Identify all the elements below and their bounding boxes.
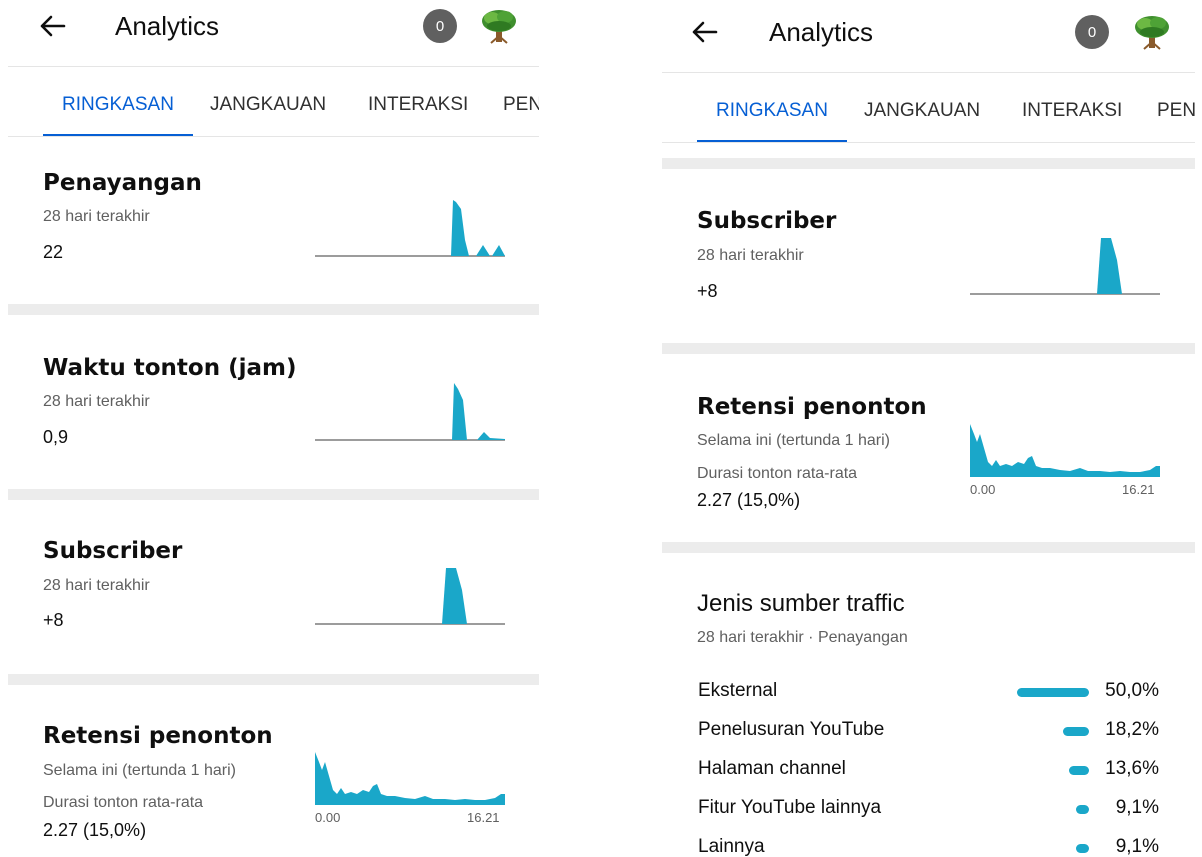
traffic-source-percent: 18,2% [1105, 719, 1159, 740]
tab-penonton[interactable]: PEN [1157, 100, 1195, 122]
card-separator [662, 343, 1195, 354]
card-period: 28 hari terakhir [43, 393, 150, 410]
traffic-source-percent: 13,6% [1105, 758, 1159, 779]
traffic-source-row: Penelusuran YouTube 18,2% [698, 719, 1195, 745]
axis-start-label: 0.00 [970, 482, 996, 497]
notification-badge[interactable]: 0 [1075, 15, 1109, 49]
traffic-share-bar [1017, 688, 1089, 697]
subscribers-sparkline [315, 568, 505, 625]
avg-duration-label: Durasi tonton rata-rata [697, 465, 858, 482]
card-period: Selama ini (tertunda 1 hari) [697, 432, 890, 449]
card-value: 22 [43, 242, 64, 262]
tab-interaksi[interactable]: INTERAKSI [368, 94, 468, 116]
axis-end-label: 16.21 [467, 810, 500, 825]
tab-ringkasan[interactable]: RINGKASAN [62, 94, 174, 116]
tab-jangkauan[interactable]: JANGKAUAN [864, 100, 980, 122]
card-period: 28 hari terakhir [43, 208, 150, 225]
watch-time-sparkline [315, 383, 505, 441]
arrow-left-icon[interactable] [690, 20, 720, 44]
avg-duration-label: Durasi tonton rata-rata [43, 794, 204, 811]
left-screen: Analytics 0 RINGKASAN JANGKAUAN INTERAKS… [8, 0, 539, 857]
traffic-source-label: Eksternal [698, 680, 778, 701]
card-separator [662, 158, 1195, 169]
tab-penonton[interactable]: PEN [503, 94, 539, 116]
page-title: Analytics [769, 17, 874, 47]
card-value: +8 [43, 610, 64, 630]
traffic-source-label: Lainnya [698, 836, 765, 857]
traffic-source-label: Penelusuran YouTube [698, 719, 885, 740]
traffic-source-label: Fitur YouTube lainnya [698, 797, 882, 818]
traffic-source-percent: 50,0% [1105, 680, 1159, 701]
card-title: Retensi penonton [697, 394, 927, 420]
card-title: Subscriber [697, 208, 837, 234]
traffic-source-percent: 9,1% [1115, 836, 1159, 857]
subscribers-sparkline [970, 238, 1160, 295]
tab-bar-divider [662, 142, 1195, 143]
tab-bar: RINGKASAN JANGKAUAN INTERAKSI PEN [662, 73, 1195, 143]
traffic-source-row: Halaman channel 13,6% [698, 758, 1195, 784]
retention-sparkline [970, 424, 1160, 477]
card-separator [8, 674, 539, 685]
card-value: 0,9 [43, 427, 69, 447]
traffic-source-row: Fitur YouTube lainnya 9,1% [698, 797, 1195, 823]
traffic-source-percent: 9,1% [1115, 797, 1159, 818]
arrow-left-icon[interactable] [38, 14, 68, 38]
retention-sparkline [315, 752, 505, 805]
card-value: 2.27 (15,0%) [697, 490, 801, 510]
traffic-source-row: Eksternal 50,0% [698, 680, 1195, 706]
card-title: Penayangan [43, 170, 202, 196]
tab-bar: RINGKASAN JANGKAUAN INTERAKSI PEN [8, 67, 539, 137]
card-period: 28 hari terakhir [43, 577, 150, 594]
card-separator [8, 304, 539, 315]
card-period: Selama ini (tertunda 1 hari) [43, 762, 236, 779]
traffic-source-label: Halaman channel [698, 758, 846, 779]
traffic-source-row: Lainnya 9,1% [698, 836, 1195, 857]
notification-badge[interactable]: 0 [423, 9, 457, 43]
axis-end-label: 16.21 [1122, 482, 1155, 497]
card-title: Retensi penonton [43, 723, 273, 749]
tab-jangkauan[interactable]: JANGKAUAN [210, 94, 326, 116]
right-screen: Analytics 0 RINGKASAN JANGKAUAN INTERAKS… [662, 0, 1195, 857]
card-value: +8 [697, 281, 718, 301]
card-title: Subscriber [43, 538, 183, 564]
tab-interaksi[interactable]: INTERAKSI [1022, 100, 1122, 122]
card-separator [662, 542, 1195, 553]
card-title: Waktu tonton (jam) [43, 355, 297, 381]
card-separator [8, 489, 539, 500]
card-value: 2.27 (15,0%) [43, 820, 147, 840]
tab-bar-divider [8, 136, 539, 137]
traffic-share-bar [1063, 727, 1089, 736]
axis-start-label: 0.00 [315, 810, 341, 825]
tab-ringkasan[interactable]: RINGKASAN [716, 100, 828, 122]
page-title: Analytics [115, 11, 220, 41]
views-sparkline [315, 200, 505, 257]
tree-avatar-icon[interactable] [479, 6, 519, 46]
traffic-share-bar [1076, 844, 1089, 853]
card-period: 28 hari terakhir [697, 247, 804, 264]
tree-avatar-icon[interactable] [1132, 12, 1172, 52]
card-title: Jenis sumber traffic [697, 590, 905, 617]
traffic-share-bar [1069, 766, 1089, 775]
traffic-share-bar [1076, 805, 1089, 814]
card-subtitle: 28 hari terakhir · Penayangan [697, 629, 908, 646]
